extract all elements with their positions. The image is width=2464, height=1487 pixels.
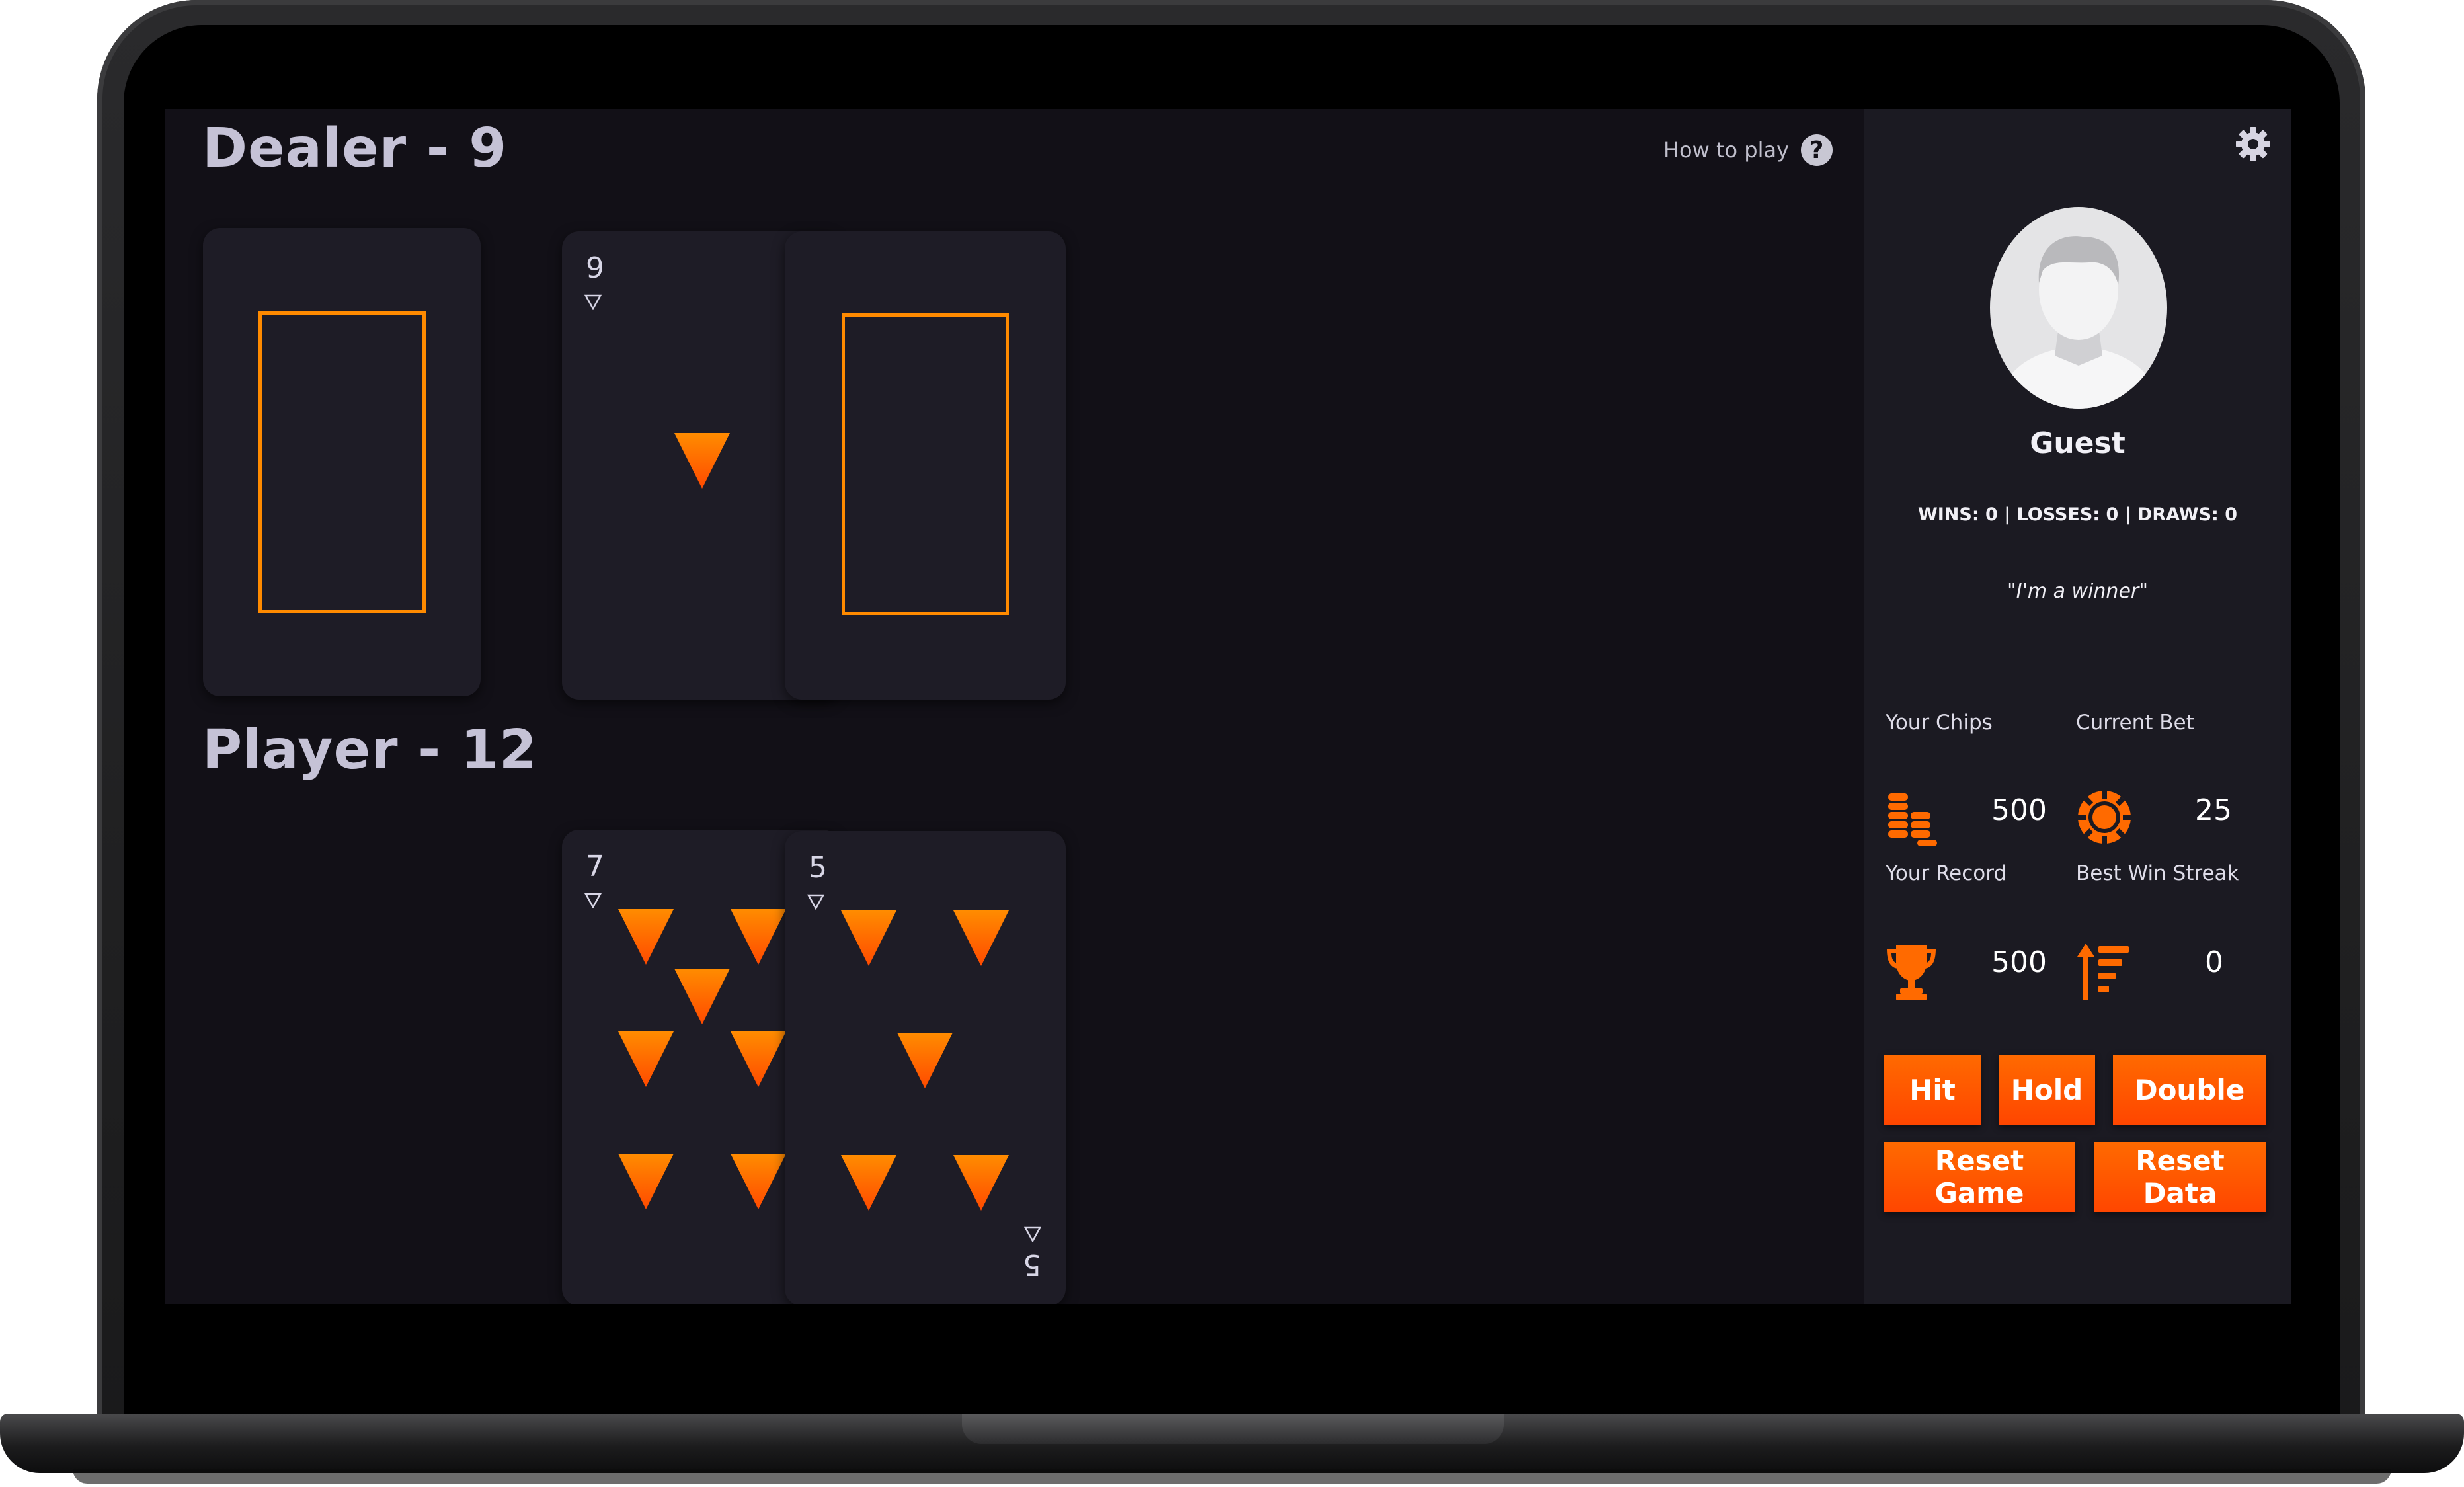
suit-icon [584, 893, 602, 908]
chip-stack-icon [1888, 793, 1937, 846]
card-rank: 9 [586, 251, 604, 285]
suit-icon [584, 294, 602, 310]
avatar-silhouette-icon [1997, 236, 2161, 409]
player-name: Guest [2030, 426, 2126, 460]
player-motto: "I'm a winner" [2007, 580, 2149, 603]
pip-icon [731, 1154, 786, 1209]
chips-value: 500 [1991, 793, 2047, 827]
record-value: 500 [1991, 945, 2047, 979]
pip-icon [841, 1155, 896, 1211]
pip-icon [674, 433, 730, 489]
laptop-base-shadow [73, 1469, 2391, 1484]
how-to-play-link[interactable]: How to play ? [1663, 134, 1833, 166]
dealer-heading: Dealer - 9 [202, 117, 508, 180]
current-bet-value: 25 [2195, 793, 2232, 827]
poker-chip-icon [2078, 791, 2131, 844]
pip-icon [897, 1033, 953, 1088]
avatar [1990, 207, 2167, 409]
suit-icon [1024, 1226, 1041, 1242]
hit-button[interactable]: Hit [1884, 1055, 1981, 1125]
how-to-play-label: How to play [1663, 138, 1789, 163]
card-rank-inverted: 5 [1023, 1248, 1041, 1281]
record-label: Your Record [1886, 862, 2007, 885]
hold-button[interactable]: Hold [1999, 1055, 2095, 1125]
gear-icon[interactable] [2235, 126, 2272, 163]
pip-icon [731, 909, 786, 965]
chips-label: Your Chips [1886, 711, 1993, 735]
pip-icon [618, 1031, 674, 1087]
reset-game-button[interactable]: Reset Game [1884, 1142, 2075, 1212]
card-rank: 5 [809, 851, 827, 885]
win-streak-value: 0 [2205, 945, 2223, 979]
player-card-five: 5 5 [785, 831, 1066, 1304]
laptop-notch [962, 1414, 1504, 1444]
pip-icon [953, 910, 1009, 966]
pip-icon [618, 909, 674, 965]
pip-icon [953, 1155, 1009, 1211]
double-button[interactable]: Double [2113, 1055, 2266, 1125]
win-streak-label: Best Win Streak [2076, 862, 2239, 885]
pip-icon [731, 1031, 786, 1087]
card-rank: 7 [586, 850, 604, 883]
pip-icon [841, 910, 896, 966]
side-panel: Guest WINS: 0 | LOSSES: 0 | DRAWS: 0 "I'… [1864, 109, 2291, 1304]
app-screen: Dealer - 9 How to play ? 9 Player - 12 7 [165, 109, 2291, 1304]
sort-ascending-icon [2077, 944, 2129, 1000]
question-circle-icon[interactable]: ? [1801, 134, 1833, 166]
current-bet-label: Current Bet [2076, 711, 2194, 735]
card-back-frame [258, 311, 426, 613]
reset-data-button[interactable]: Reset Data [2094, 1142, 2266, 1212]
trophy-icon [1887, 945, 1936, 1000]
suit-icon [807, 894, 824, 910]
pip-icon [618, 1154, 674, 1209]
dealer-card-face-down [785, 231, 1066, 700]
card-back-frame [842, 313, 1009, 615]
game-table: Dealer - 9 How to play ? 9 Player - 12 7 [165, 109, 1864, 1304]
dealer-card-face-down [203, 228, 481, 696]
record-summary: WINS: 0 | LOSSES: 0 | DRAWS: 0 [1917, 504, 2238, 525]
pip-icon [674, 969, 730, 1024]
player-heading: Player - 12 [202, 719, 537, 782]
